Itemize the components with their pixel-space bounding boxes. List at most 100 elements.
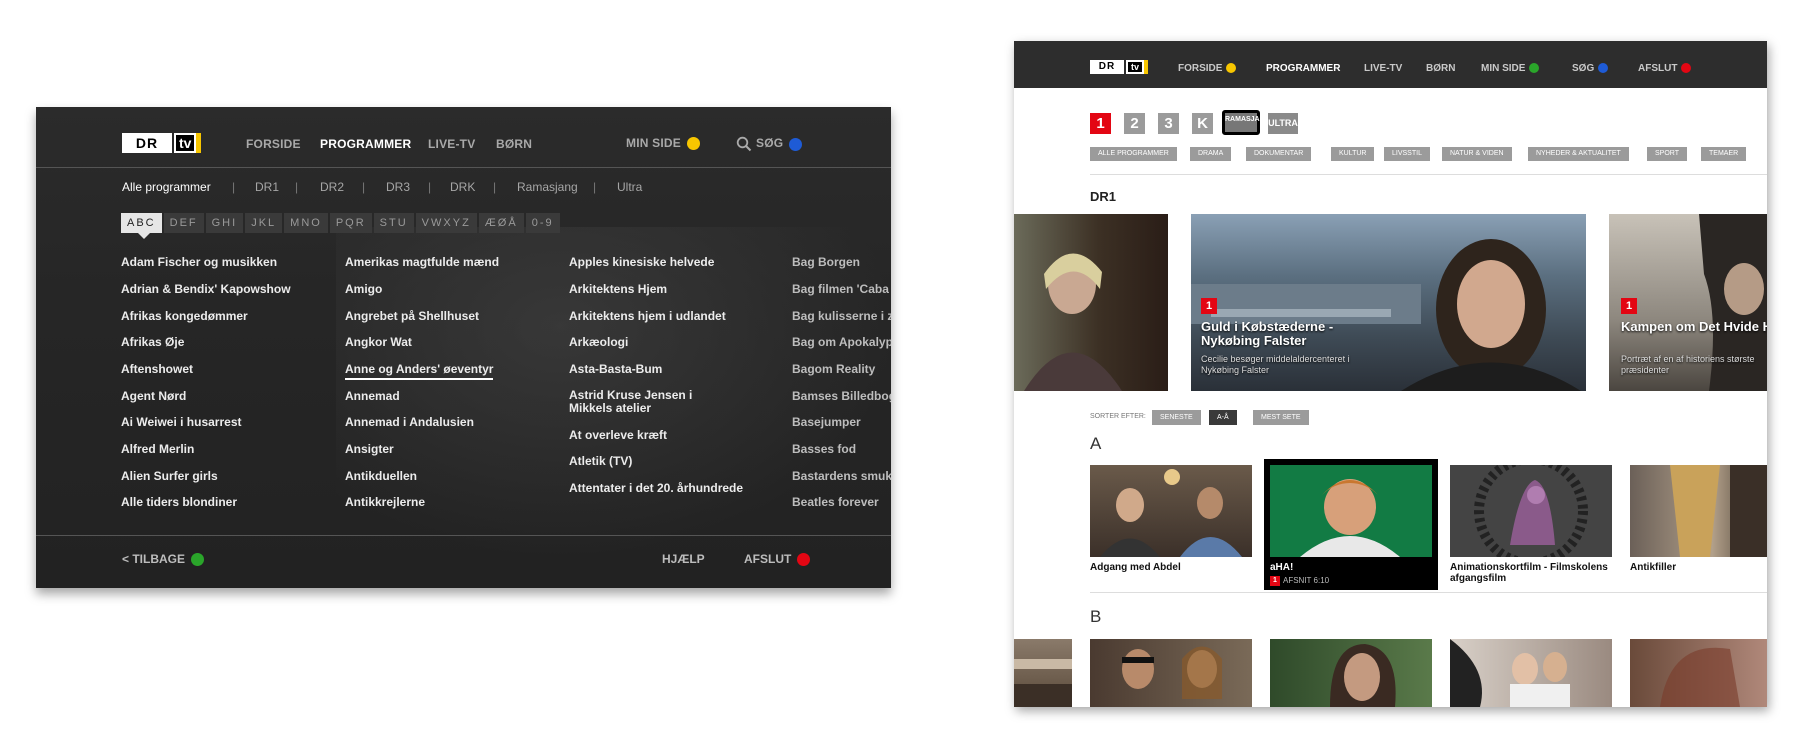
- nav-forside[interactable]: FORSIDE: [246, 137, 301, 151]
- program-item[interactable]: Agent Nørd: [121, 389, 186, 403]
- category-drama[interactable]: DRAMA: [1190, 147, 1232, 161]
- nav-search[interactable]: SØG: [1572, 63, 1609, 74]
- tile-title[interactable]: aHA!: [1270, 562, 1293, 573]
- sort-a-aa[interactable]: A-Å: [1209, 410, 1237, 425]
- category-sport[interactable]: SPORT: [1647, 147, 1687, 161]
- letter-tab-jkl[interactable]: JKL: [245, 213, 283, 233]
- program-item[interactable]: Annemad: [345, 389, 400, 403]
- tile-thumbnail[interactable]: [1630, 465, 1767, 557]
- letter-tab-aeoeaa[interactable]: ÆØÅ: [478, 213, 524, 233]
- program-item[interactable]: Antikduellen: [345, 469, 417, 483]
- program-item[interactable]: Arkitektens hjem i udlandet: [569, 309, 726, 323]
- tile-thumbnail[interactable]: [1450, 639, 1612, 707]
- program-item[interactable]: Afrikas Øje: [121, 335, 184, 349]
- channel-dr2[interactable]: DR2: [320, 180, 344, 194]
- channel-dr2-button[interactable]: 2: [1124, 113, 1145, 134]
- hero-slide-next[interactable]: 1 Kampen om Det Hvide Hus: Lincoln vs. D…: [1609, 214, 1767, 391]
- category-temaer[interactable]: TEMAER: [1701, 147, 1747, 161]
- program-item[interactable]: Amigo: [345, 282, 382, 296]
- program-item[interactable]: Bag Borgen: [792, 255, 860, 269]
- tile-thumbnail[interactable]: [1450, 465, 1612, 557]
- channel-dr3-button[interactable]: 3: [1158, 113, 1179, 134]
- program-item[interactable]: Angrebet på Shellhuset: [345, 309, 479, 323]
- channel-ramasjang[interactable]: Ramasjang: [517, 180, 578, 194]
- tile-thumbnail[interactable]: [1270, 639, 1432, 707]
- nav-programmer[interactable]: PROGRAMMER: [1266, 63, 1340, 74]
- channel-ultra-button[interactable]: ULTRA: [1268, 113, 1298, 134]
- channel-dr3[interactable]: DR3: [386, 180, 410, 194]
- sort-seneste[interactable]: SENESTE: [1152, 410, 1201, 425]
- tile-thumbnail[interactable]: [1270, 465, 1432, 557]
- nav-min-side[interactable]: MIN SIDE: [626, 136, 700, 151]
- nav-forside[interactable]: FORSIDE: [1178, 63, 1237, 74]
- letter-tab-abc[interactable]: ABC: [121, 213, 162, 239]
- help-button[interactable]: HJÆLP: [662, 552, 705, 566]
- program-item[interactable]: Arkitektens Hjem: [569, 282, 667, 296]
- nav-boern[interactable]: BØRN: [1426, 63, 1455, 74]
- letter-tab-ghi[interactable]: GHI: [205, 213, 244, 233]
- program-item[interactable]: Afrikas kongedømmer: [121, 309, 248, 323]
- program-item[interactable]: Bastardens smukk: [792, 469, 891, 483]
- category-dokumentar[interactable]: DOKUMENTAR: [1246, 147, 1312, 161]
- channel-dr1-button[interactable]: 1: [1090, 113, 1111, 134]
- category-natur-viden[interactable]: NATUR & VIDEN: [1442, 147, 1512, 161]
- letter-tab-vwxyz[interactable]: VWXYZ: [415, 213, 477, 233]
- nav-programmer[interactable]: PROGRAMMER: [320, 137, 411, 151]
- letter-tab-mno[interactable]: MNO: [284, 213, 328, 233]
- program-item[interactable]: Arkæologi: [569, 335, 628, 349]
- channel-ultra[interactable]: Ultra: [617, 180, 642, 194]
- program-item[interactable]: Apples kinesiske helvede: [569, 255, 714, 269]
- program-item[interactable]: Bag filmen 'Caba: [792, 282, 889, 296]
- program-item[interactable]: Adam Fischer og musikken: [121, 255, 277, 269]
- tile-thumbnail[interactable]: [1014, 639, 1072, 707]
- channel-dr1[interactable]: DR1: [255, 180, 279, 194]
- program-item[interactable]: At overleve kræft: [569, 428, 667, 442]
- program-item[interactable]: Asta-Basta-Bum: [569, 362, 662, 376]
- channel-drk-button[interactable]: K: [1192, 113, 1213, 134]
- dr-tv-logo[interactable]: DR tv: [1090, 60, 1149, 74]
- letter-tab-0-9[interactable]: 0-9: [525, 213, 560, 233]
- channel-all[interactable]: Alle programmer: [122, 180, 211, 194]
- program-item[interactable]: Bag kulisserne i z: [792, 309, 891, 323]
- channel-ramasjang-button[interactable]: RAMASJANG: [1222, 110, 1270, 135]
- tile-thumbnail[interactable]: [1630, 639, 1767, 707]
- program-item[interactable]: Angkor Wat: [345, 335, 412, 349]
- category-livsstil[interactable]: LIVSSTIL: [1384, 147, 1430, 161]
- program-item[interactable]: Basses fod: [792, 442, 856, 456]
- program-item[interactable]: Bamses Billedbog: [792, 389, 891, 403]
- letter-tab-def[interactable]: DEF: [163, 213, 204, 233]
- nav-boern[interactable]: BØRN: [496, 137, 532, 151]
- category-all[interactable]: ALLE PROGRAMMER: [1090, 147, 1177, 161]
- category-kultur[interactable]: KULTUR: [1331, 147, 1375, 161]
- letter-tab-stu[interactable]: STU: [373, 213, 414, 233]
- nav-afslut[interactable]: AFSLUT: [1638, 63, 1692, 74]
- back-button[interactable]: < TILBAGE: [122, 552, 205, 567]
- program-item[interactable]: Bagom Reality: [792, 362, 875, 376]
- tile-title[interactable]: Adgang med Abdel: [1090, 562, 1255, 573]
- nav-min-side[interactable]: MIN SIDE: [1481, 63, 1540, 74]
- program-item[interactable]: Ansigter: [345, 442, 394, 456]
- program-item[interactable]: Alle tiders blondiner: [121, 495, 237, 509]
- program-item[interactable]: Astrid Kruse Jensen i Mikkels atelier: [569, 389, 739, 415]
- hero-slide-prev[interactable]: [1014, 214, 1168, 391]
- tile-title[interactable]: Antikfiller: [1630, 562, 1676, 573]
- program-item[interactable]: Alien Surfer girls: [121, 469, 218, 483]
- program-item[interactable]: Annemad i Andalusien: [345, 415, 474, 429]
- nav-search[interactable]: SØG: [736, 136, 803, 152]
- program-item[interactable]: Atletik (TV): [569, 454, 632, 468]
- sort-mest-sete[interactable]: MEST SETE: [1253, 410, 1309, 425]
- tile-thumbnail[interactable]: [1090, 465, 1252, 557]
- letter-tab-pqr[interactable]: PQR: [329, 213, 372, 233]
- category-nyheder[interactable]: NYHEDER & AKTUALITET: [1528, 147, 1629, 161]
- hero-slide-current[interactable]: 1 Guld i Købstæderne - Nykøbing Falster …: [1191, 214, 1586, 391]
- program-item[interactable]: Aftenshowet: [121, 362, 193, 376]
- channel-drk[interactable]: DRK: [450, 180, 475, 194]
- dr-tv-logo[interactable]: DR tv: [122, 133, 202, 153]
- program-item-selected[interactable]: Anne og Anders' øeventyr: [345, 362, 494, 380]
- program-item[interactable]: Beatles forever: [792, 495, 879, 509]
- program-item[interactable]: Alfred Merlin: [121, 442, 194, 456]
- program-item[interactable]: Bag om Apokalyp: [792, 335, 891, 349]
- program-item[interactable]: Adrian & Bendix' Kapowshow: [121, 282, 291, 296]
- exit-button[interactable]: AFSLUT: [744, 552, 811, 567]
- nav-live-tv[interactable]: LIVE-TV: [428, 137, 475, 151]
